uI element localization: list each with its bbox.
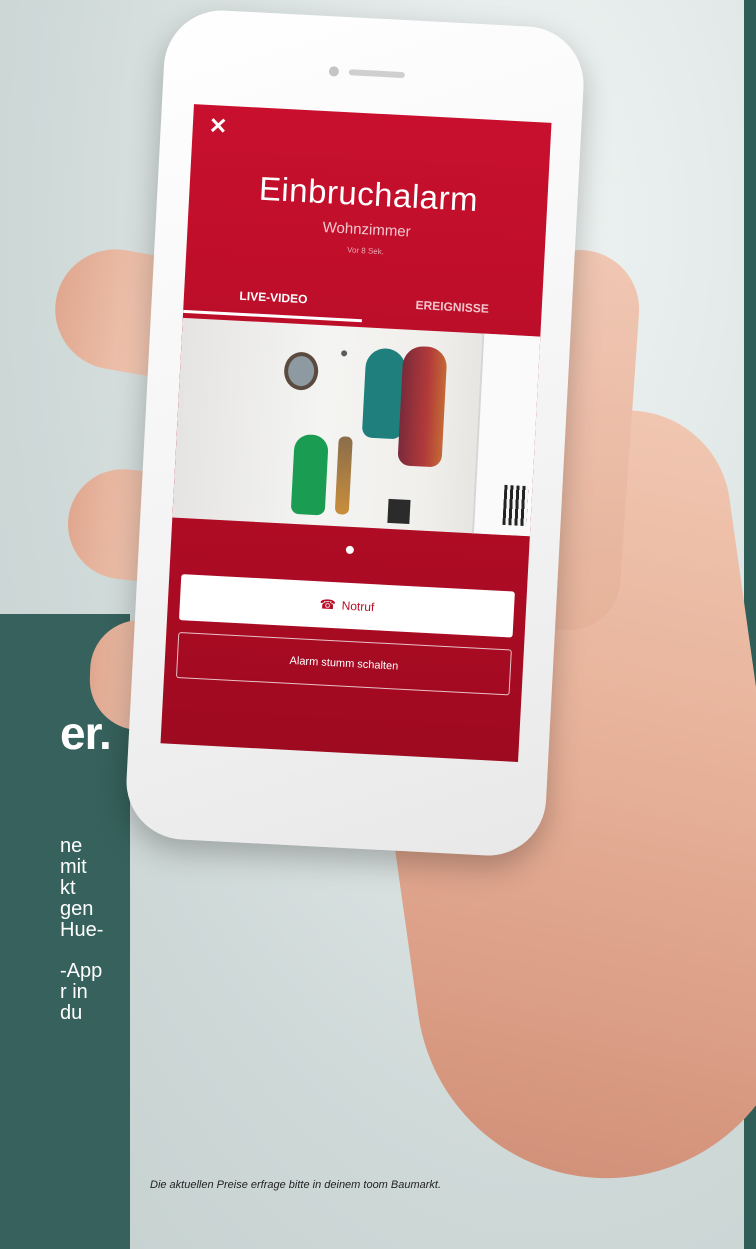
close-icon[interactable]: ✕ xyxy=(208,113,228,140)
side-line: mit xyxy=(60,856,87,878)
side-line: du xyxy=(60,1002,83,1024)
video-hook xyxy=(341,350,348,357)
live-video-feed[interactable] xyxy=(172,317,541,537)
front-camera xyxy=(328,66,340,77)
side-line: -App xyxy=(60,960,103,982)
emergency-call-label: Notruf xyxy=(341,598,375,615)
side-paragraph-gap xyxy=(60,941,103,961)
side-line: gen xyxy=(60,898,94,920)
side-line: r in xyxy=(60,981,88,1003)
mute-alarm-button[interactable]: Alarm stumm schalten xyxy=(175,632,512,696)
emergency-call-button[interactable]: ☎ Notruf xyxy=(178,574,515,638)
side-body-text: ne mit kt gen Hue- -App r in du xyxy=(60,836,103,1024)
video-mirror xyxy=(283,351,320,391)
earpiece-speaker xyxy=(348,69,405,79)
smartphone: ✕ Einbruchalarm Wohnzimmer Vor 8 Sek. LI… xyxy=(123,7,587,859)
video-shoe xyxy=(502,484,529,527)
side-line: ne xyxy=(60,835,83,857)
side-line: kt xyxy=(60,877,76,899)
video-scarf xyxy=(290,433,329,516)
video-picture-frame xyxy=(387,498,411,524)
price-footnote: Die aktuellen Preise erfrage bitte in de… xyxy=(150,1179,442,1191)
side-line: Hue- xyxy=(60,919,104,941)
video-coat xyxy=(397,345,448,468)
page-indicator xyxy=(171,532,529,569)
tab-live-video[interactable]: LIVE-VIDEO xyxy=(183,279,364,323)
page-dot xyxy=(345,545,355,555)
alarm-screen: ✕ Einbruchalarm Wohnzimmer Vor 8 Sek. LI… xyxy=(160,104,552,762)
video-umbrella xyxy=(334,436,353,515)
phone-icon: ☎ xyxy=(319,596,337,613)
tab-events[interactable]: EREIGNISSE xyxy=(362,289,542,328)
